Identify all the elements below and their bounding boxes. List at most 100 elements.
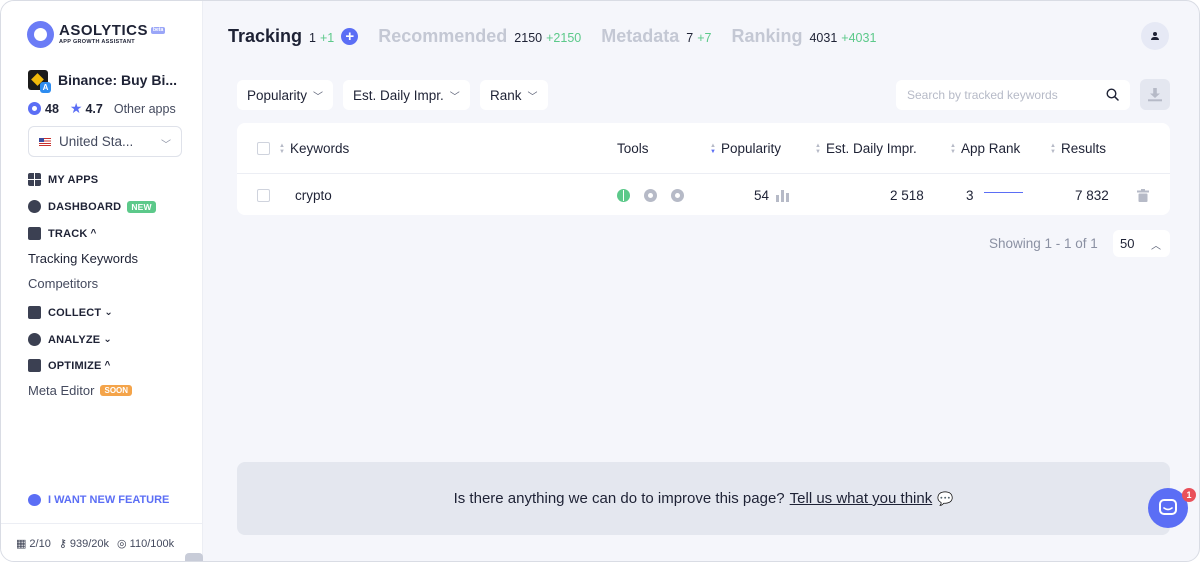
app-stats: 48 ★ 4.7 Other apps	[28, 100, 176, 117]
chat-icon	[1159, 499, 1177, 515]
keywords-usage: ⚷ 939/20k	[58, 537, 110, 551]
header-keywords[interactable]: ▲ ▼ Keywords	[279, 141, 349, 156]
feature-request-link[interactable]: I WANT NEW FEATURE	[28, 494, 169, 506]
chevron-up-icon: ︿	[1151, 241, 1161, 252]
sort-icon: ▲ ▼	[950, 142, 956, 155]
chevron-up-icon: ^	[104, 360, 111, 371]
header-app-rank[interactable]: ▲ ▼ App Rank	[950, 141, 1020, 156]
results-usage: ◎ 110/100k	[117, 537, 175, 551]
nav-track[interactable]: TRACK ^	[28, 227, 97, 240]
usage-footer: ▦ 2/10 ⚷ 939/20k ◎ 110/100k	[1, 523, 203, 561]
pagination-info: Showing 1 - 1 of 1	[989, 236, 1098, 251]
chevron-down-icon: ﹀	[449, 91, 460, 103]
rank-tool-icon[interactable]	[671, 189, 684, 202]
brand-tagline: APP GROWTH ASSISTANT	[59, 39, 135, 46]
feedback-question: Is there anything we can do to improve t…	[453, 490, 785, 507]
apps-count: 48	[45, 101, 59, 116]
keywords-table: ▲ ▼ Keywords Tools ▲ ▼ Popularity ▲ ▼ Est. …	[237, 123, 1170, 215]
search-input[interactable]	[896, 80, 1130, 110]
tab-label: Metadata	[601, 26, 680, 46]
tab-tracking[interactable]: Tracking 1 +1 +	[228, 26, 359, 47]
tab-label: Recommended	[378, 26, 508, 46]
nav-dashboard[interactable]: DASHBOARD NEW	[28, 200, 156, 213]
tab-delta: +1	[319, 31, 335, 45]
sort-icon: ▲ ▼	[815, 142, 821, 155]
feedback-link[interactable]: Tell us what you think	[790, 490, 933, 507]
analyze-icon	[28, 333, 41, 346]
sort-icon: ▲ ▼	[279, 142, 285, 155]
nav-label: DASHBOARD	[48, 200, 122, 213]
bar-chart-icon[interactable]	[776, 189, 790, 202]
current-app[interactable]: A Binance: Buy Bi...	[28, 70, 178, 93]
nav-collect[interactable]: COLLECT ⌄	[28, 306, 113, 319]
feedback-banner: Is there anything we can do to improve t…	[237, 462, 1170, 535]
tab-ranking[interactable]: Ranking 4031 +4031	[731, 26, 876, 47]
nav-label: OPTIMIZE	[48, 359, 102, 372]
target-icon: ◎	[117, 538, 127, 550]
nav-meta-editor[interactable]: Meta Editor SOON	[28, 383, 133, 398]
filter-label: Est. Daily Impr.	[353, 87, 444, 103]
tab-count: 7	[686, 31, 694, 45]
app-rating: 4.7	[85, 101, 103, 116]
tab-count: 1	[309, 31, 316, 45]
collect-icon	[28, 306, 41, 319]
country-select[interactable]: United Sta... ﹀	[28, 126, 182, 157]
tab-metadata[interactable]: Metadata 7 +7	[601, 26, 711, 47]
feature-request-label: I WANT NEW FEATURE	[48, 494, 170, 506]
app-store-icon: A	[40, 82, 51, 93]
chat-bubble-icon	[28, 494, 41, 506]
nav-label: COLLECT	[48, 306, 102, 319]
unread-badge: 1	[1182, 488, 1196, 502]
tab-label: Ranking	[731, 26, 803, 46]
chevron-down-icon: ﹀	[313, 91, 324, 103]
us-flag-icon	[39, 137, 51, 146]
nav-analyze[interactable]: ANALYZE ⌄	[28, 333, 112, 346]
header-est-daily[interactable]: ▲ ▼ Est. Daily Impr.	[815, 141, 917, 156]
brand-logo[interactable]: ASOLYTICS beta APP GROWTH ASSISTANT	[27, 21, 166, 48]
chevron-down-icon: ﹀	[527, 91, 538, 103]
binance-app-icon: A	[28, 70, 51, 93]
nav-optimize[interactable]: OPTIMIZE ^	[28, 359, 111, 372]
chevron-down-icon: ⌄	[103, 334, 112, 345]
add-keyword-button[interactable]: +	[341, 28, 359, 45]
beta-badge: beta	[150, 27, 166, 35]
user-avatar[interactable]	[1141, 22, 1169, 50]
nav-tracking-keywords[interactable]: Tracking Keywords	[28, 251, 138, 266]
tab-label: Tracking	[228, 26, 303, 46]
brand-name: ASOLYTICS	[59, 22, 148, 40]
sidebar-collapse-handle[interactable]	[185, 553, 203, 561]
tab-recommended[interactable]: Recommended 2150 +2150	[378, 26, 581, 47]
est-daily-filter[interactable]: Est. Daily Impr. ﹀	[343, 80, 470, 110]
pencil-icon	[28, 359, 41, 372]
rank-filter[interactable]: Rank ﹀	[480, 80, 548, 110]
header-results[interactable]: ▲ ▼ Results	[1050, 141, 1106, 156]
header-popularity[interactable]: ▲ ▼ Popularity	[710, 141, 781, 156]
target-tool-icon[interactable]	[644, 189, 657, 202]
tab-delta: +7	[697, 31, 712, 45]
search-icon[interactable]	[1106, 88, 1119, 101]
grid-icon	[28, 173, 41, 186]
download-button[interactable]	[1140, 79, 1170, 110]
tab-count: 2150	[514, 31, 543, 45]
pie-chart-icon	[28, 200, 41, 213]
trend-icon	[28, 227, 41, 240]
chevron-down-icon: ﹀	[161, 140, 171, 151]
grid-icon: ▦	[16, 538, 27, 550]
row-checkbox[interactable]	[257, 189, 270, 202]
other-apps-link[interactable]: Other apps	[114, 102, 176, 116]
trash-icon[interactable]	[1137, 189, 1149, 202]
per-page-select[interactable]: 50 ︿	[1113, 230, 1170, 257]
speech-bubble-icon: 💬	[937, 490, 954, 506]
nav-competitors[interactable]: Competitors	[28, 276, 98, 291]
new-badge: NEW	[127, 200, 156, 213]
half-circle-tool-icon[interactable]	[617, 189, 630, 202]
header-tools: Tools	[617, 141, 649, 156]
sort-icon: ▲ ▼	[1050, 142, 1056, 155]
app-name: Binance: Buy Bi...	[58, 72, 178, 88]
star-icon: ★	[69, 100, 83, 116]
results-cell: 7 832	[1075, 188, 1109, 203]
select-all-checkbox[interactable]	[257, 142, 270, 155]
popularity-filter[interactable]: Popularity ﹀	[237, 80, 334, 110]
apps-usage: ▦ 2/10	[16, 537, 51, 551]
nav-my-apps[interactable]: MY APPS	[28, 173, 98, 186]
